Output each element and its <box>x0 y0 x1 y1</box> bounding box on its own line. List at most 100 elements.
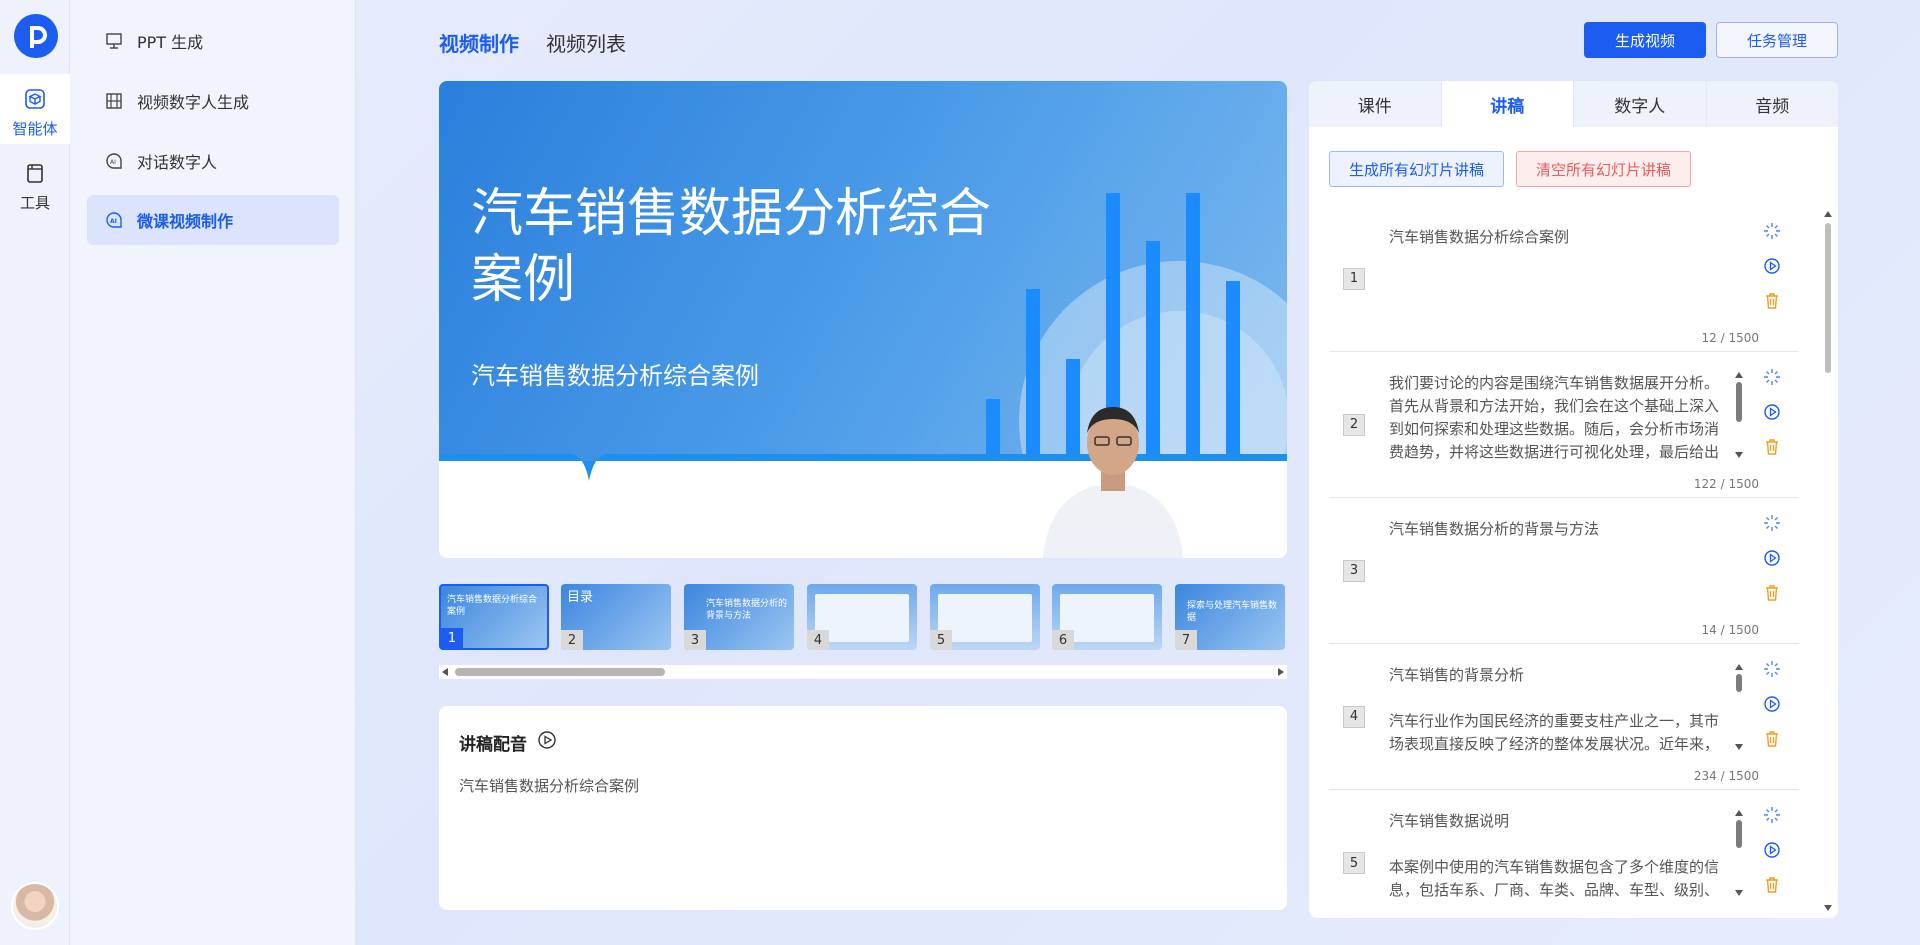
play-icon[interactable] <box>1763 549 1787 584</box>
rail-item-label: 智能体 <box>12 120 58 138</box>
svg-text:AI: AI <box>110 218 117 225</box>
generate-sparkle-icon[interactable] <box>1763 660 1787 695</box>
book-icon <box>0 162 70 188</box>
menu-item-ppt[interactable]: PPT 生成 <box>87 16 409 66</box>
thumbnail-content <box>1060 594 1154 642</box>
menu-item-label: 微课视频制作 <box>137 212 234 231</box>
tab-video-list[interactable]: 视频列表 <box>546 28 626 57</box>
slide-subtitle: 汽车销售数据分析综合案例 <box>471 362 759 390</box>
cube-icon <box>0 88 70 114</box>
slide-thumbnail-strip: 汽车销售数据分析综合案例 1 目录 2 汽车销售数据分析的背景与方法 3 4 5… <box>439 584 1287 650</box>
thumbnail-title: 探索与处理汽车销售数据 <box>1187 601 1278 623</box>
thumbnail-number: 6 <box>1052 630 1074 650</box>
tab-digital-human[interactable]: 数字人 <box>1574 81 1707 127</box>
task-management-button[interactable]: 任务管理 <box>1716 22 1838 58</box>
generate-sparkle-icon[interactable] <box>1763 514 1787 549</box>
tab-script[interactable]: 讲稿 <box>1441 81 1574 127</box>
rail-item-label: 工具 <box>19 194 50 212</box>
slide-title: 汽车销售数据分析综合案例 <box>471 184 992 310</box>
thumbnail-scrollbar[interactable] <box>439 665 1287 679</box>
left-rail: 智能体 工具 <box>0 0 70 945</box>
textarea-scrollbar[interactable] <box>1734 664 1744 750</box>
thumbnail-title: 目录 <box>567 590 594 605</box>
presentation-icon <box>103 30 125 52</box>
scrollbar-thumb[interactable] <box>455 668 665 676</box>
script-textarea[interactable]: 汽车销售的背景分析 汽车行业作为国民经济的重要支柱产业之一，其市场表现直接反映了… <box>1389 664 1729 756</box>
script-row: 2 我们要讨论的内容是围绕汽车销售数据展开分析。首先从背景和方法开始，我们会在这… <box>1329 352 1799 498</box>
script-textarea[interactable]: 汽车销售数据分析的背景与方法 <box>1389 518 1729 610</box>
thumbnail-number: 4 <box>807 630 829 650</box>
play-icon[interactable] <box>1763 403 1787 438</box>
generate-all-scripts-button[interactable]: 生成所有幻灯片讲稿 <box>1329 151 1504 187</box>
tab-courseware[interactable]: 课件 <box>1309 81 1442 127</box>
delete-icon[interactable] <box>1763 292 1787 327</box>
script-row: 3 汽车销售数据分析的背景与方法 14 / 1500 <box>1329 498 1799 644</box>
scroll-right-icon[interactable] <box>1278 668 1284 676</box>
slide-thumbnail[interactable]: 4 <box>807 584 917 650</box>
slide-thumbnail[interactable]: 目录 2 <box>561 584 671 650</box>
delete-icon[interactable] <box>1763 876 1787 911</box>
generate-sparkle-icon[interactable] <box>1763 806 1787 841</box>
scroll-left-icon[interactable] <box>442 668 448 676</box>
char-count: 122 / 1500 <box>1693 477 1759 491</box>
narration-panel: 讲稿配音 汽车销售数据分析综合案例 <box>439 706 1287 910</box>
thumbnail-content <box>938 594 1032 642</box>
sidebar-menu: PPT 生成 视频数字人生成 AI 对话数字人 AI 微课视频制作 <box>70 0 356 945</box>
char-count: 234 / 1500 <box>1693 769 1759 783</box>
script-row: 1 汽车销售数据分析综合案例 12 / 1500 <box>1329 206 1799 352</box>
slide-thumbnail[interactable]: 探索与处理汽车销售数据 7 <box>1175 584 1285 650</box>
menu-item-video-avatar[interactable]: 视频数字人生成 <box>87 76 409 126</box>
generate-sparkle-icon[interactable] <box>1763 222 1787 257</box>
generate-sparkle-icon[interactable] <box>1763 368 1787 403</box>
panel-tabs: 课件 讲稿 数字人 音频 <box>1309 81 1838 127</box>
app-logo-icon[interactable] <box>14 14 58 58</box>
play-icon[interactable] <box>1763 841 1787 876</box>
slide-number: 4 <box>1343 705 1365 728</box>
thumbnail-content <box>815 594 909 642</box>
scrollbar-thumb[interactable] <box>1825 223 1831 373</box>
menu-item-micro-course[interactable]: AI 微课视频制作 <box>87 195 339 245</box>
script-textarea[interactable]: 汽车销售数据说明 本案例中使用的汽车销售数据包含了多个维度的信息，包括车系、厂商… <box>1389 810 1729 902</box>
tab-audio[interactable]: 音频 <box>1707 81 1839 127</box>
presenter-avatar <box>1043 407 1183 558</box>
thumbnail-number: 7 <box>1175 630 1197 650</box>
film-icon <box>103 90 125 112</box>
delete-icon[interactable] <box>1763 438 1787 473</box>
menu-item-label: 对话数字人 <box>137 153 218 172</box>
scroll-up-icon[interactable] <box>1824 211 1832 217</box>
rail-item-tools[interactable]: 工具 <box>0 162 70 213</box>
ai-head-icon: AI <box>103 209 125 231</box>
delete-icon[interactable] <box>1763 584 1787 619</box>
script-textarea[interactable]: 我们要讨论的内容是围绕汽车销售数据展开分析。首先从背景和方法开始，我们会在这个基… <box>1389 372 1729 464</box>
slide-thumbnail[interactable]: 5 <box>930 584 1040 650</box>
play-icon[interactable] <box>1763 695 1787 730</box>
script-row: 5 汽车销售数据说明 本案例中使用的汽车销售数据包含了多个维度的信息，包括车系、… <box>1329 790 1799 918</box>
rail-item-agent[interactable]: 智能体 <box>0 74 70 144</box>
user-avatar[interactable] <box>11 882 59 930</box>
play-icon[interactable] <box>1763 257 1787 292</box>
slide-thumbnail[interactable]: 6 <box>1052 584 1162 650</box>
menu-item-label: PPT 生成 <box>137 33 204 52</box>
textarea-scrollbar[interactable] <box>1734 372 1744 458</box>
slide-thumbnail[interactable]: 汽车销售数据分析综合案例 1 <box>439 584 549 650</box>
generate-video-button[interactable]: 生成视频 <box>1584 22 1706 58</box>
panel-scrollbar[interactable] <box>1823 211 1833 911</box>
scroll-down-icon[interactable] <box>1824 905 1832 911</box>
thumbnail-title: 汽车销售数据分析综合案例 <box>447 595 538 617</box>
ai-head-icon: AI <box>103 150 125 172</box>
script-row: 4 汽车销售的背景分析 汽车行业作为国民经济的重要支柱产业之一，其市场表现直接反… <box>1329 644 1799 790</box>
slide-number: 1 <box>1343 267 1365 290</box>
script-textarea[interactable]: 汽车销售数据分析综合案例 <box>1389 226 1729 318</box>
char-count: 14 / 1500 <box>1701 623 1759 637</box>
slide-number: 5 <box>1343 852 1365 874</box>
tab-video-production[interactable]: 视频制作 <box>439 28 519 57</box>
play-icon[interactable] <box>537 730 557 755</box>
char-count: 12 / 1500 <box>1701 331 1759 345</box>
menu-item-chat-avatar[interactable]: AI 对话数字人 <box>87 136 409 186</box>
textarea-scrollbar[interactable] <box>1734 810 1744 896</box>
narration-text: 汽车销售数据分析综合案例 <box>459 777 640 795</box>
slide-preview: 汽车销售数据分析综合案例 汽车销售数据分析综合案例 <box>439 81 1287 558</box>
delete-icon[interactable] <box>1763 730 1787 765</box>
slide-thumbnail[interactable]: 汽车销售数据分析的背景与方法 3 <box>684 584 794 650</box>
clear-all-scripts-button[interactable]: 清空所有幻灯片讲稿 <box>1516 151 1691 187</box>
